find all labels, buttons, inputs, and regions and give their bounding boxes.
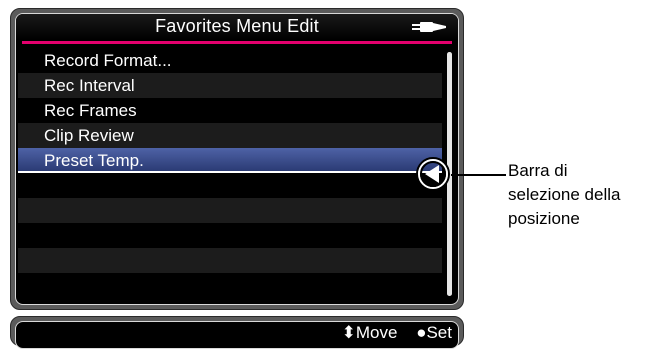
callout-label: Barra di selezione della posizione	[508, 159, 664, 231]
callout-line: selezione della	[508, 185, 621, 204]
menu-item-label: Clip Review	[44, 126, 134, 145]
empty-row	[18, 223, 442, 248]
menu-item-preset-temp[interactable]: Preset Temp.	[18, 148, 442, 173]
menu-item-label: Preset Temp.	[44, 151, 144, 170]
camera-menu-screen: Favorites Menu Edit Record Format... Rec…	[10, 8, 464, 310]
menu-item-record-format[interactable]: Record Format...	[18, 48, 442, 73]
menu-item-clip-review[interactable]: Clip Review	[18, 123, 442, 148]
menu-list: Record Format... Rec Interval Rec Frames…	[16, 48, 458, 298]
empty-row	[18, 198, 442, 223]
empty-row	[18, 173, 442, 198]
empty-row	[18, 248, 442, 273]
position-marker-arrow-icon[interactable]	[425, 165, 439, 183]
callout-line: posizione	[508, 209, 580, 228]
menu-title: Favorites Menu Edit	[155, 16, 319, 36]
status-bar: ⬍Move ●Set	[10, 316, 464, 349]
menu-item-label: Rec Interval	[44, 76, 135, 95]
status-bar-inner: ⬍Move ●Set	[15, 321, 459, 349]
set-hint: ●Set	[416, 323, 452, 342]
menu-item-label: Record Format...	[44, 51, 172, 70]
callout-leader-line	[451, 174, 506, 176]
callout-line: Barra di	[508, 161, 568, 180]
menu-item-rec-frames[interactable]: Rec Frames	[18, 98, 442, 123]
menu-item-rec-interval[interactable]: Rec Interval	[18, 73, 442, 98]
battery-icon	[412, 22, 446, 32]
title-accent-line	[22, 41, 452, 44]
menu-panel: Favorites Menu Edit Record Format... Rec…	[15, 13, 459, 305]
title-bar: Favorites Menu Edit	[16, 14, 458, 40]
move-hint: ⬍Move	[341, 323, 398, 342]
menu-item-label: Rec Frames	[44, 101, 137, 120]
empty-row	[18, 273, 442, 298]
